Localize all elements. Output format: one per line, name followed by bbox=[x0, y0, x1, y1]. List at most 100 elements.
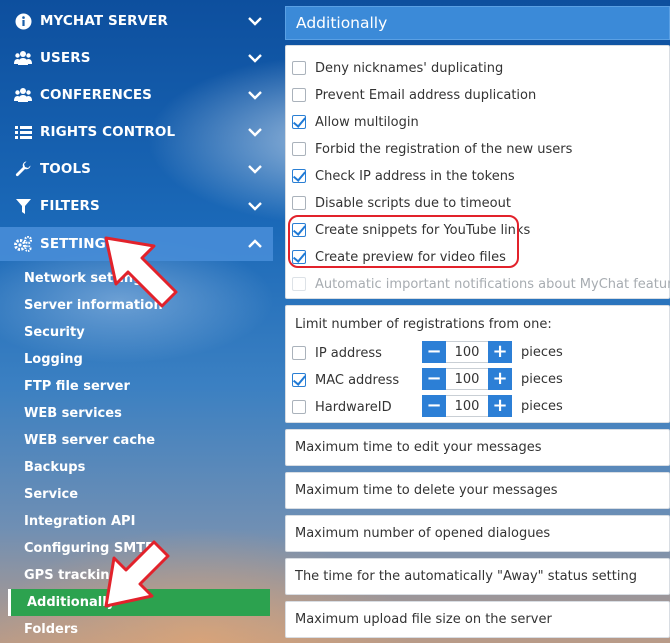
menu-settings[interactable]: SETTINGS bbox=[0, 227, 273, 261]
submenu-backups[interactable]: Backups bbox=[8, 454, 270, 481]
option-prevent-email-duplication[interactable]: Prevent Email address duplication bbox=[292, 84, 536, 106]
option-label: Automatic important notifications about … bbox=[315, 276, 670, 292]
option-deny-nicknames-duplicating[interactable]: Deny nicknames' duplicating bbox=[292, 57, 503, 79]
submenu-ftp-file-server[interactable]: FTP file server bbox=[8, 373, 270, 400]
submenu-service[interactable]: Service bbox=[8, 481, 270, 508]
checkbox[interactable] bbox=[292, 223, 306, 237]
chevron-down-icon[interactable] bbox=[247, 124, 263, 140]
filter-icon bbox=[14, 197, 32, 215]
checkbox[interactable] bbox=[292, 61, 306, 75]
gears-icon bbox=[14, 235, 32, 253]
option-disable-scripts-timeout[interactable]: Disable scripts due to timeout bbox=[292, 192, 511, 214]
menu-mychat-server[interactable]: MYCHAT SERVER bbox=[0, 4, 273, 38]
limit-label: MAC address bbox=[315, 372, 400, 388]
option-label: Forbid the registration of the new users bbox=[315, 141, 573, 157]
option-label: Create snippets for YouTube links bbox=[315, 222, 531, 238]
stepper-value[interactable]: 100 bbox=[446, 368, 488, 390]
submenu-web-services[interactable]: WEB services bbox=[8, 400, 270, 427]
plus-button[interactable]: + bbox=[488, 395, 512, 417]
limit-mac-address[interactable]: MAC address bbox=[292, 369, 399, 391]
menu-filters[interactable]: FILTERS bbox=[0, 189, 273, 223]
minus-button[interactable]: − bbox=[422, 395, 446, 417]
section-max-edit-time[interactable]: Maximum time to edit your messages bbox=[285, 429, 670, 466]
minus-button[interactable]: − bbox=[422, 368, 446, 390]
plus-button[interactable]: + bbox=[488, 368, 512, 390]
menu-label: RIGHTS CONTROL bbox=[40, 124, 176, 140]
options-card: Deny nicknames' duplicating Prevent Emai… bbox=[285, 45, 670, 299]
section-max-upload-size[interactable]: Maximum upload file size on the server bbox=[285, 601, 670, 638]
conferences-icon bbox=[14, 86, 32, 104]
unit-label: pieces bbox=[521, 344, 563, 360]
submenu-additionally[interactable]: Additionally bbox=[8, 589, 270, 616]
sidebar: MYCHAT SERVER USERS CONFERENCES RIGHTS C… bbox=[0, 0, 273, 643]
submenu-integration-api[interactable]: Integration API bbox=[8, 508, 270, 535]
menu-label: USERS bbox=[40, 50, 91, 66]
chevron-down-icon[interactable] bbox=[247, 87, 263, 103]
option-label: Allow multilogin bbox=[315, 114, 419, 130]
option-allow-multilogin[interactable]: Allow multilogin bbox=[292, 111, 419, 133]
menu-conferences[interactable]: CONFERENCES bbox=[0, 78, 273, 112]
checkbox[interactable] bbox=[292, 115, 306, 129]
menu-label: FILTERS bbox=[40, 198, 100, 214]
option-label: Disable scripts due to timeout bbox=[315, 195, 511, 211]
option-video-preview[interactable]: Create preview for video files bbox=[292, 246, 506, 268]
checkbox[interactable] bbox=[292, 400, 306, 414]
stepper-value[interactable]: 100 bbox=[446, 395, 488, 417]
submenu-network-settings[interactable]: Network settings bbox=[8, 265, 270, 292]
option-forbid-registration[interactable]: Forbid the registration of the new users bbox=[292, 138, 572, 160]
section-max-delete-time[interactable]: Maximum time to delete your messages bbox=[285, 472, 670, 509]
page-title: Additionally bbox=[285, 6, 670, 40]
submenu-configuring-smtp[interactable]: Configuring SMTP bbox=[8, 535, 270, 562]
submenu-security[interactable]: Security bbox=[8, 319, 270, 346]
plus-button[interactable]: + bbox=[488, 341, 512, 363]
submenu-gps-tracking[interactable]: GPS tracking bbox=[8, 562, 270, 589]
unit-label: pieces bbox=[521, 398, 563, 414]
stepper-value[interactable]: 100 bbox=[446, 341, 488, 363]
limit-hardware-id[interactable]: HardwareID bbox=[292, 396, 392, 418]
limit-label: HardwareID bbox=[315, 399, 392, 415]
users-icon bbox=[14, 49, 32, 67]
section-max-opened-dialogues[interactable]: Maximum number of opened dialogues bbox=[285, 515, 670, 552]
wrench-icon bbox=[14, 160, 32, 178]
menu-users[interactable]: USERS bbox=[0, 41, 273, 75]
checkbox[interactable] bbox=[292, 373, 306, 387]
option-automatic-notifications: Automatic important notifications about … bbox=[292, 273, 670, 295]
submenu-folders[interactable]: Folders bbox=[8, 616, 270, 643]
option-label: Prevent Email address duplication bbox=[315, 87, 537, 103]
checkbox[interactable] bbox=[292, 250, 306, 264]
submenu-server-information[interactable]: Server information bbox=[8, 292, 270, 319]
chevron-down-icon[interactable] bbox=[247, 13, 263, 29]
registration-limit-card: Limit number of registrations from one: … bbox=[285, 305, 670, 423]
minus-button[interactable]: − bbox=[422, 341, 446, 363]
chevron-down-icon[interactable] bbox=[247, 161, 263, 177]
list-icon bbox=[14, 123, 32, 141]
submenu-web-server-cache[interactable]: WEB server cache bbox=[8, 427, 270, 454]
info-icon bbox=[14, 12, 32, 30]
checkbox[interactable] bbox=[292, 88, 306, 102]
menu-label: TOOLS bbox=[40, 161, 91, 177]
menu-label: CONFERENCES bbox=[40, 87, 152, 103]
option-label: Deny nicknames' duplicating bbox=[315, 60, 504, 76]
menu-label: MYCHAT SERVER bbox=[40, 13, 168, 29]
chevron-down-icon[interactable] bbox=[247, 198, 263, 214]
mac-address-stepper: − 100 + pieces bbox=[422, 368, 563, 390]
menu-tools[interactable]: TOOLS bbox=[0, 152, 273, 186]
checkbox bbox=[292, 277, 306, 291]
menu-rights-control[interactable]: RIGHTS CONTROL bbox=[0, 115, 273, 149]
option-youtube-snippets[interactable]: Create snippets for YouTube links bbox=[292, 219, 530, 241]
limit-label: IP address bbox=[315, 345, 382, 361]
option-check-ip-in-tokens[interactable]: Check IP address in the tokens bbox=[292, 165, 515, 187]
option-label: Check IP address in the tokens bbox=[315, 168, 515, 184]
chevron-down-icon[interactable] bbox=[247, 50, 263, 66]
section-away-status-time[interactable]: The time for the automatically "Away" st… bbox=[285, 558, 670, 595]
registration-limit-title: Limit number of registrations from one: bbox=[295, 317, 552, 332]
checkbox[interactable] bbox=[292, 346, 306, 360]
hardware-id-stepper: − 100 + pieces bbox=[422, 395, 563, 417]
checkbox[interactable] bbox=[292, 196, 306, 210]
chevron-up-icon[interactable] bbox=[247, 236, 263, 252]
submenu-logging[interactable]: Logging bbox=[8, 346, 270, 373]
checkbox[interactable] bbox=[292, 142, 306, 156]
menu-label: SETTINGS bbox=[40, 236, 116, 252]
checkbox[interactable] bbox=[292, 169, 306, 183]
limit-ip-address[interactable]: IP address bbox=[292, 342, 382, 364]
